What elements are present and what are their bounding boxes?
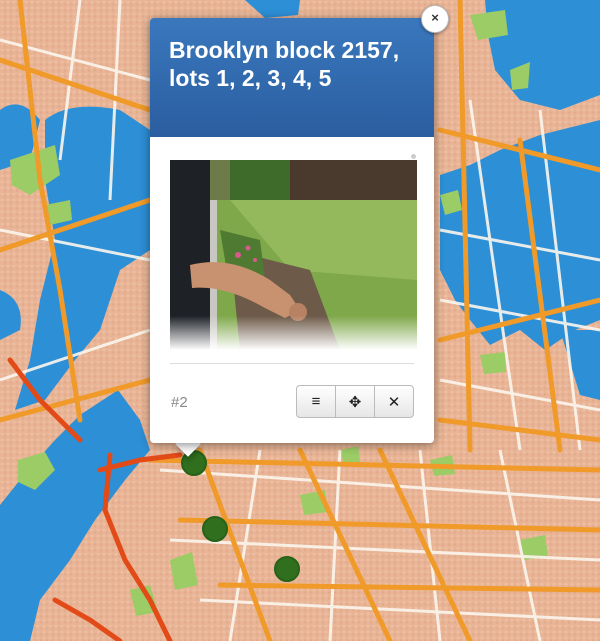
popup-header: Brooklyn block 2157, lots 1, 2, 3, 4, 5 (150, 18, 434, 137)
site-marker[interactable] (274, 556, 300, 582)
popup-action-buttons: ≡ ✥ ✕ (296, 385, 414, 418)
item-number: #2 (171, 394, 188, 411)
close-icon: × (431, 10, 439, 25)
info-popup: Brooklyn block 2157, lots 1, 2, 3, 4, 5 … (150, 18, 434, 443)
list-icon: ≡ (311, 393, 321, 410)
site-marker[interactable] (202, 516, 228, 542)
close-popup-button[interactable]: × (421, 5, 449, 33)
popup-title: Brooklyn block 2157, lots 1, 2, 3, 4, 5 (169, 37, 400, 91)
move-icon: ✥ (348, 393, 362, 411)
site-photo (170, 160, 417, 350)
remove-icon: ✕ (387, 393, 401, 411)
popup-divider (170, 363, 414, 364)
move-button[interactable]: ✥ (335, 386, 374, 417)
list-button[interactable]: ≡ (297, 386, 335, 417)
remove-button[interactable]: ✕ (374, 386, 413, 417)
scroll-indicator[interactable] (411, 154, 416, 159)
